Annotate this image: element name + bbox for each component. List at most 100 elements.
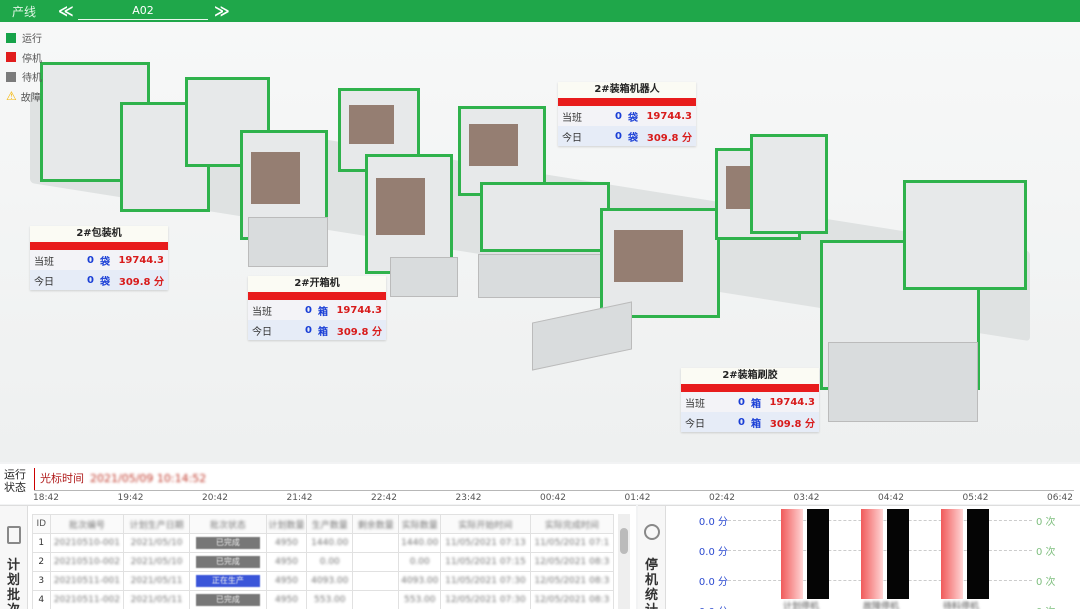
table-cell: 1440.00 — [398, 533, 442, 553]
next-line-icon[interactable]: ≫ — [214, 2, 230, 20]
table-cell: 20210511-002 — [49, 590, 125, 609]
time-tick: 18:42 — [33, 493, 59, 503]
plan-batch-tab[interactable]: 计划批次 — [0, 506, 28, 609]
table-cell: 2021/05/11 — [123, 571, 190, 591]
stop-bar-duration[interactable] — [941, 509, 963, 599]
table-cell: 1440.00 — [306, 533, 354, 553]
table-row[interactable]: 1 20210510-001 2021/05/10 已完成 4950 1440.00 144… — [32, 533, 615, 553]
table-cell: 4950 — [265, 533, 308, 553]
table-cell: 2021/05/10 — [123, 533, 190, 553]
run-status-timeline[interactable]: 运行状态 光标时间 2021/05/09 10:14:52 18:42 19:42 2… — [0, 464, 1080, 504]
machine-frame — [903, 180, 1027, 290]
machine-card-gluing[interactable]: 2#装箱刷胶 当班 0 箱 19744.3 今日 0 箱 309.8 分 — [681, 368, 819, 432]
machine-name: 2#装箱机器人 — [558, 82, 696, 98]
table-cell: 11/05/2021 07:13 — [440, 533, 531, 553]
machine-card-packing-robot[interactable]: 2#装箱机器人 当班 0 袋 19744.3 今日 0 袋 309.8 分 — [558, 82, 696, 146]
machine-frame — [750, 134, 828, 234]
time-axis — [34, 490, 1074, 491]
line-selector[interactable]: A02 — [78, 4, 208, 20]
gear-icon — [644, 524, 660, 540]
status-badge: 已完成 — [195, 537, 260, 549]
timeline-label: 运行状态 — [4, 468, 26, 494]
column-header[interactable]: 批次状态 — [188, 514, 267, 534]
stop-bar-duration[interactable] — [781, 509, 803, 599]
time-tick: 06:42 — [1047, 493, 1073, 503]
legend-fault: ⚠ 故障 — [6, 89, 41, 104]
table-cell: 0.00 — [398, 552, 442, 572]
hopper — [532, 301, 632, 371]
table-cell: 已完成 — [188, 552, 267, 572]
stop-count-label: 0 次 — [1036, 547, 1056, 558]
table-cell: 12/05/2021 08:3 — [529, 571, 615, 591]
timeline-cursor-marker — [34, 468, 35, 490]
table-cell: 4950 — [265, 590, 308, 609]
stop-bar-count[interactable] — [967, 509, 989, 599]
line-label: 产线 — [12, 5, 37, 19]
top-bar: 产线 ≪ A02 ≫ — [0, 0, 1080, 22]
table-cell: 12/05/2021 08:3 — [529, 552, 615, 572]
table-row[interactable]: 4 20210511-002 2021/05/11 已完成 4950 553.00 553.… — [32, 590, 615, 609]
running-swatch — [6, 32, 16, 43]
column-header[interactable]: 剩余数量 — [352, 514, 400, 534]
stop-duration-label: 0.0 分 — [668, 603, 728, 609]
table-cell: 20210511-001 — [49, 571, 125, 591]
status-badge: 正在生产 — [195, 575, 260, 587]
table-cell: 12/05/2021 08:3 — [529, 590, 615, 609]
column-header[interactable]: 批次编号 — [49, 514, 125, 534]
time-tick: 03:42 — [793, 493, 820, 503]
status-badge: 已完成 — [195, 594, 260, 606]
stop-bar-count[interactable] — [887, 509, 909, 599]
time-tick: 00:42 — [540, 493, 566, 503]
stopped-swatch — [6, 52, 16, 63]
row-id: 4 — [32, 590, 51, 609]
column-header[interactable]: 生产数量 — [306, 514, 354, 534]
table-row[interactable]: 2 20210510-002 2021/05/10 已完成 4950 0.00 0.00 11… — [32, 552, 615, 572]
stop-count-label: 0 次 — [1036, 517, 1056, 528]
table-cell: 4093.00 — [306, 571, 354, 591]
stop-duration-label: 0.0 分 — [698, 547, 728, 558]
status-bar — [248, 292, 386, 300]
table-cell: 已完成 — [188, 533, 267, 553]
stop-duration-label: 0.0 分 — [698, 517, 728, 528]
table-cell — [352, 571, 400, 591]
legend-running: 运行 — [6, 28, 42, 48]
column-header[interactable]: 实际数量 — [398, 514, 442, 534]
machine-frame — [365, 154, 453, 274]
row-id: 2 — [32, 552, 51, 572]
stop-category-label: 待料停机 — [943, 602, 980, 609]
table-cell: 11/05/2021 07:30 — [440, 571, 531, 591]
prev-line-icon[interactable]: ≪ — [58, 2, 74, 20]
machine-card-case-erector[interactable]: 2#开箱机 当班 0 箱 19744.3 今日 0 箱 309.8 分 — [248, 276, 386, 340]
time-tick: 22:42 — [371, 493, 397, 503]
column-header[interactable]: 计划生产日期 — [123, 514, 190, 534]
time-tick: 01:42 — [624, 493, 651, 503]
stop-count-label: 0 次 — [1036, 577, 1056, 588]
stop-bar-duration[interactable] — [861, 509, 883, 599]
stop-stat-tab[interactable]: 停机统计 — [638, 506, 666, 609]
plan-batch-table: ID 批次编号 计划生产日期 批次状态 计划数量 生产数量 剩余数量 实际数量 实际开始时间 实际… — [32, 514, 615, 609]
table-scrollbar[interactable] — [618, 514, 630, 609]
table-cell: 2021/05/11 — [123, 590, 190, 609]
warning-icon: ⚠ — [6, 89, 17, 104]
machine-cabinet — [390, 257, 458, 297]
column-header[interactable]: 计划数量 — [265, 514, 308, 534]
row-id: 3 — [32, 571, 51, 591]
table-row[interactable]: 3 20210511-001 2021/05/11 正在生产 4950 4093.00 40… — [32, 571, 615, 591]
status-legend: 运行 停机 待机 ⚠ 故障 — [6, 28, 42, 106]
cursor-time: 光标时间 2021/05/09 10:14:52 — [40, 472, 207, 485]
machine-cabinet — [828, 342, 978, 422]
time-tick: 23:42 — [455, 493, 482, 503]
table-cell: 553.00 — [398, 590, 442, 609]
column-header[interactable]: ID — [32, 514, 51, 534]
table-cell: 4950 — [265, 571, 308, 591]
stop-duration-label: 0.0 分 — [698, 577, 728, 588]
stop-bar-count[interactable] — [807, 509, 829, 599]
clipboard-icon — [7, 526, 21, 544]
scrollbar-thumb[interactable] — [620, 528, 628, 554]
column-header[interactable]: 实际开始时间 — [440, 514, 531, 534]
column-header[interactable]: 实际完成时间 — [529, 514, 615, 534]
legend-standby: 待机 — [6, 67, 42, 87]
time-tick: 04:42 — [878, 493, 904, 503]
time-tick: 02:42 — [709, 493, 735, 503]
machine-card-packing[interactable]: 2#包装机 当班 0 袋 19744.3 今日 0 袋 309.8 分 — [30, 226, 168, 290]
